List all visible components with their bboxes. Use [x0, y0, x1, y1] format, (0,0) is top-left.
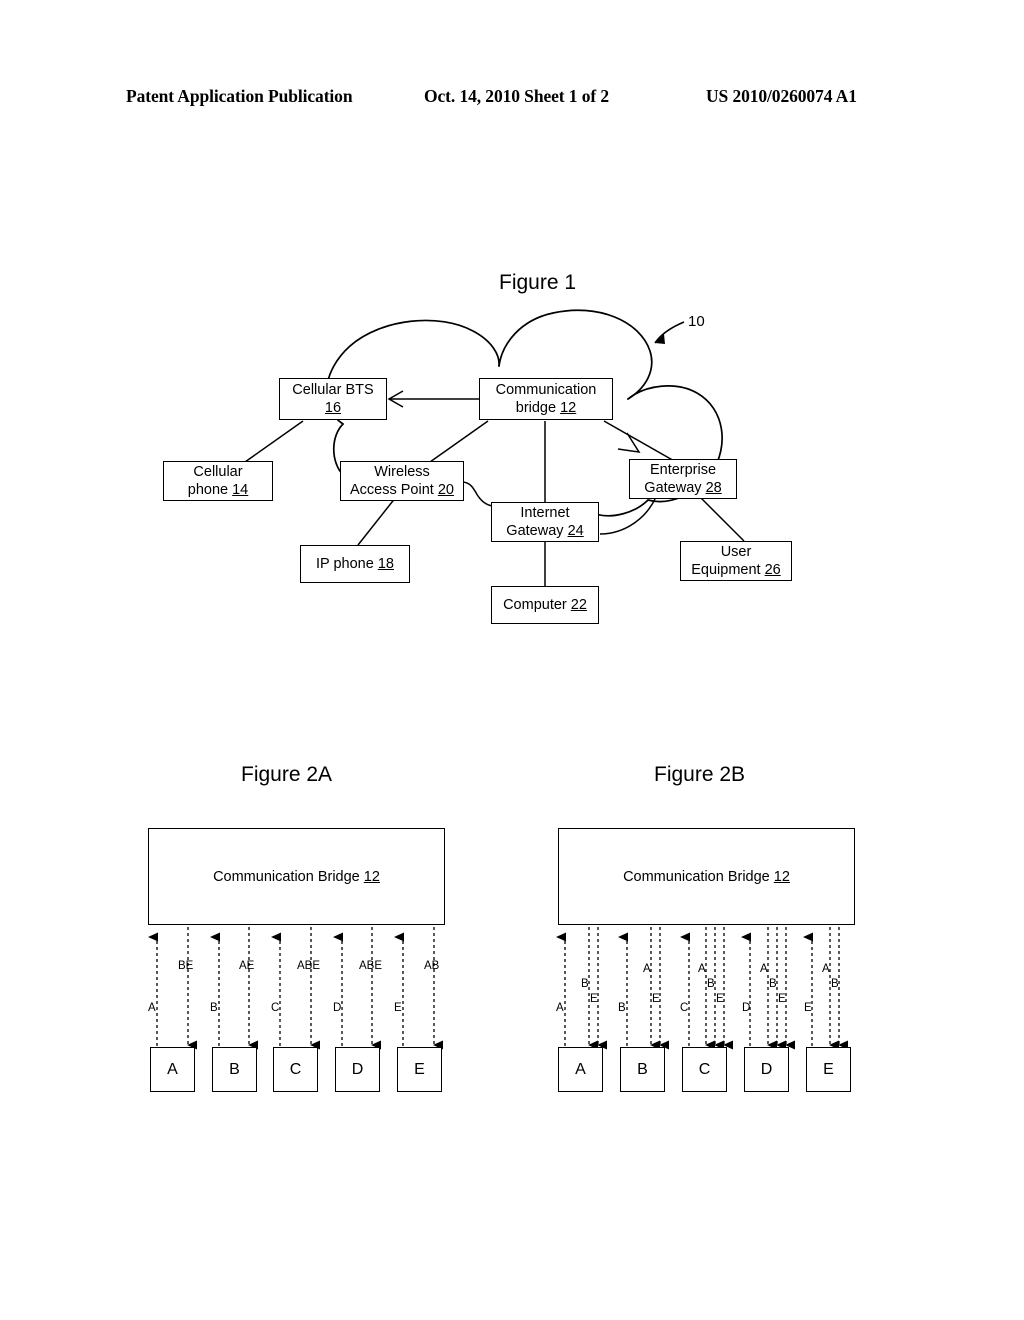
fig2b-downlink-label-d-1: B	[769, 978, 777, 990]
fig1-node-internet-gateway-ref: 24	[567, 523, 584, 539]
fig2a-node-d-label: D	[351, 1060, 364, 1078]
fig1-node-computer-line1: Computer	[503, 597, 567, 613]
fig2b-downlink-label-e-1: B	[831, 978, 839, 990]
fig2a-node-e[interactable]: E	[397, 1047, 442, 1092]
fig1-node-wireless-access-point[interactable]: Wireless Access Point 20	[340, 461, 464, 501]
fig2a-bridge-ref: 12	[363, 868, 380, 885]
fig1-node-enterprise-gateway-line2: Gateway	[644, 480, 702, 496]
fig2a-uplink-label-a: A	[148, 1002, 156, 1014]
fig2a-downlink-label-a: BE	[178, 960, 194, 972]
fig2a-node-c-label: C	[289, 1060, 302, 1078]
fig2b-node-d[interactable]: D	[744, 1047, 789, 1092]
fig2b-downlink-label-c-1: B	[707, 978, 715, 990]
fig1-node-cellular-bts-line1: Cellular BTS	[292, 382, 374, 398]
fig2a-uplink-label-e: E	[394, 1002, 402, 1014]
fig1-node-enterprise-gateway-ref: 28	[705, 480, 722, 496]
fig1-node-cellular-bts[interactable]: Cellular BTS 16	[279, 378, 387, 420]
fig2b-flow-arrows	[556, 927, 848, 1050]
fig1-node-cellular-bts-ref: 16	[324, 400, 342, 416]
fig2a-downlink-label-e: AB	[424, 960, 440, 972]
fig1-node-computer-ref: 22	[570, 597, 587, 613]
fig1-node-user-equipment-line2: Equipment	[691, 562, 761, 578]
fig1-node-internet-gateway-line2: Gateway	[506, 523, 564, 539]
fig2b-bridge-label: Communication Bridge	[623, 868, 770, 885]
fig2a-node-a[interactable]: A	[150, 1047, 195, 1092]
fig1-node-communication-bridge-ref: 12	[560, 400, 577, 416]
fig2b-downlink-label-c-0: A	[698, 963, 706, 975]
fig1-node-communication-bridge-line2: bridge	[515, 400, 557, 416]
fig2b-uplink-label-e: E	[804, 1002, 812, 1014]
fig2b-uplink-label-d: D	[742, 1002, 751, 1014]
fig2a-bridge-label: Communication Bridge	[213, 868, 360, 885]
fig1-node-ip-phone-line1: IP phone	[316, 556, 374, 572]
fig2b-node-b[interactable]: B	[620, 1047, 665, 1092]
fig2b-downlink-label-b-0: A	[643, 963, 651, 975]
fig2b-node-b-label: B	[637, 1060, 648, 1078]
fig1-node-user-equipment-ref: 26	[764, 562, 781, 578]
fig1-node-ip-phone[interactable]: IP phone 18	[300, 545, 410, 583]
fig2b-communication-bridge[interactable]: Communication Bridge 12	[558, 828, 855, 925]
fig2a-node-b-label: B	[229, 1060, 240, 1078]
fig2b-downlink-label-e-0: A	[822, 963, 830, 975]
fig1-node-communication-bridge[interactable]: Communication bridge 12	[479, 378, 613, 420]
fig1-ref-10-label: 10	[688, 313, 705, 330]
fig2b-node-c-label: C	[698, 1060, 711, 1078]
fig2b-node-a-label: A	[575, 1060, 586, 1078]
fig2a-node-b[interactable]: B	[212, 1047, 257, 1092]
fig1-node-computer[interactable]: Computer 22	[491, 586, 599, 624]
fig2a-node-e-label: E	[414, 1060, 425, 1078]
fig1-node-communication-bridge-line1: Communication	[495, 382, 597, 398]
fig1-node-wireless-access-point-line2: Access Point	[350, 482, 434, 498]
fig2b-downlink-label-b-1: E	[652, 993, 660, 1005]
fig1-node-internet-gateway-line1: Internet	[520, 505, 570, 521]
fig2a-node-d[interactable]: D	[335, 1047, 380, 1092]
fig2b-node-e-label: E	[823, 1060, 834, 1078]
fig2a-node-a-label: A	[167, 1060, 178, 1078]
fig2a-uplink-label-d: D	[333, 1002, 342, 1014]
fig1-node-cellular-phone[interactable]: Cellular phone 14	[163, 461, 273, 501]
fig2a-flow-arrows	[148, 927, 443, 1050]
fig2a-downlink-label-b: AE	[239, 960, 255, 972]
fig2a-node-c[interactable]: C	[273, 1047, 318, 1092]
fig1-node-internet-gateway[interactable]: Internet Gateway 24	[491, 502, 599, 542]
fig1-node-user-equipment-line1: User	[720, 544, 752, 560]
fig2a-uplink-label-b: B	[210, 1002, 218, 1014]
fig2b-uplink-label-a: A	[556, 1002, 564, 1014]
fig2b-downlink-label-c-2: E	[716, 993, 724, 1005]
fig1-node-enterprise-gateway[interactable]: Enterprise Gateway 28	[629, 459, 737, 499]
fig2b-downlink-label-a-0: B	[581, 978, 589, 990]
fig1-node-cellular-phone-line2: phone	[187, 482, 229, 498]
fig1-ref-10-leader	[654, 321, 685, 344]
fig1-node-wireless-access-point-line1: Wireless	[374, 464, 430, 480]
fig2b-downlink-label-d-0: A	[760, 963, 768, 975]
fig2b-node-e[interactable]: E	[806, 1047, 851, 1092]
fig2b-node-d-label: D	[760, 1060, 773, 1078]
fig2b-bridge-ref: 12	[773, 868, 790, 885]
fig2b-uplink-label-c: C	[680, 1002, 689, 1014]
fig2b-uplink-label-b: B	[618, 1002, 626, 1014]
fig2a-uplink-label-c: C	[271, 1002, 280, 1014]
fig2b-node-a[interactable]: A	[558, 1047, 603, 1092]
fig2a-communication-bridge[interactable]: Communication Bridge 12	[148, 828, 445, 925]
fig1-node-enterprise-gateway-line1: Enterprise	[649, 462, 717, 478]
fig1-node-ip-phone-ref: 18	[377, 556, 394, 572]
figures-artwork	[148, 309, 848, 1050]
fig2b-downlink-label-d-2: E	[778, 993, 786, 1005]
fig2a-downlink-label-c: ABE	[297, 960, 321, 972]
fig1-node-cellular-phone-line1: Cellular	[193, 464, 243, 480]
fig1-node-wireless-access-point-ref: 20	[437, 482, 454, 498]
fig2a-downlink-label-d: ABE	[359, 960, 383, 972]
fig1-node-user-equipment[interactable]: User Equipment 26	[680, 541, 792, 581]
fig1-node-cellular-phone-ref: 14	[232, 482, 249, 498]
fig2b-downlink-label-a-1: E	[590, 993, 598, 1005]
fig2b-node-c[interactable]: C	[682, 1047, 727, 1092]
